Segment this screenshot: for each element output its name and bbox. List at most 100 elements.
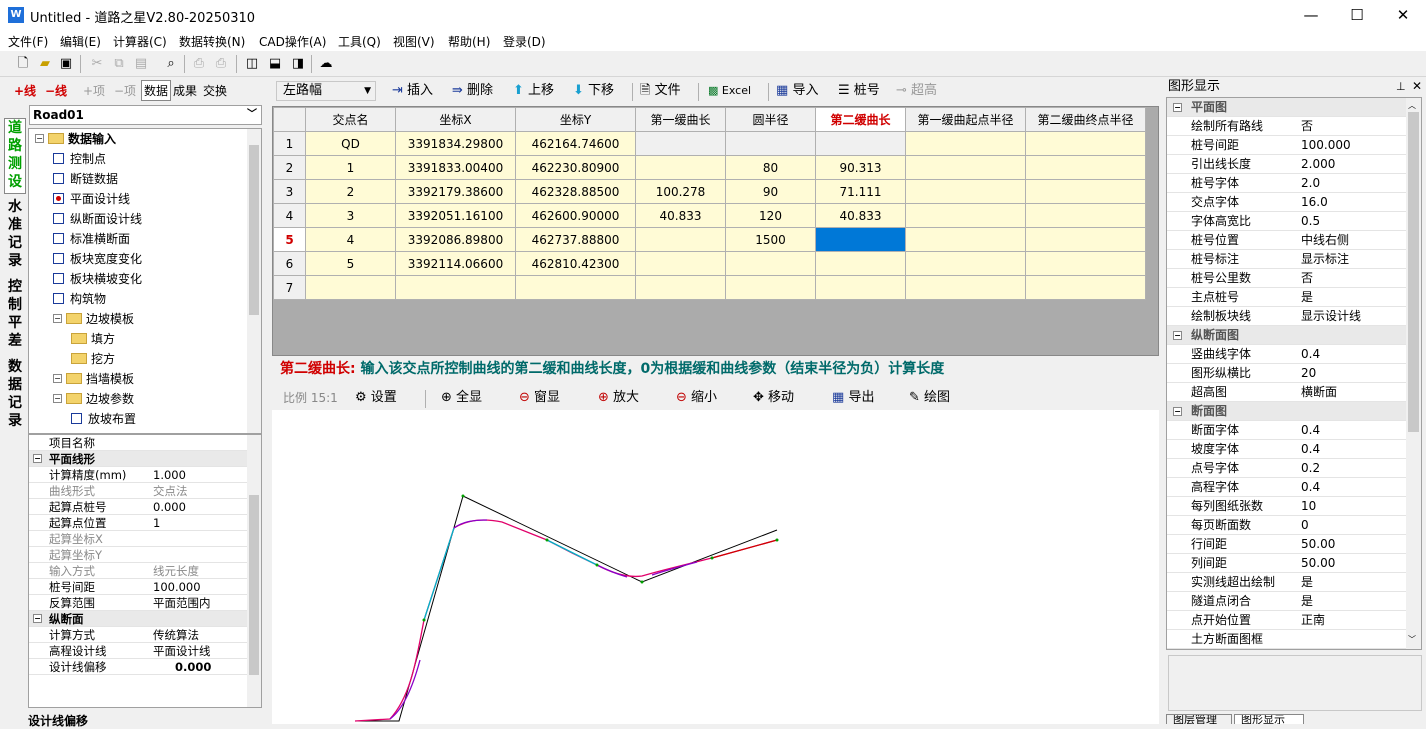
table-cell[interactable]: 2 <box>305 179 396 204</box>
property-row[interactable]: 土方断面图框 <box>1167 630 1407 649</box>
property-row[interactable]: 交点字体 16.0 <box>1167 193 1407 212</box>
table-cell[interactable]: 3391833.00400 <box>395 155 516 180</box>
table-cell[interactable] <box>635 251 726 276</box>
property-row[interactable]: 桩号公里数 否 <box>1167 269 1407 288</box>
property-row[interactable]: 项目名称 <box>29 435 247 451</box>
vtab-control-adjust[interactable]: 控制平差 <box>4 278 26 358</box>
column-header[interactable]: 坐标X <box>395 107 516 132</box>
property-row[interactable]: 曲线形式 交点法 <box>29 483 247 499</box>
table-cell[interactable] <box>1025 227 1146 252</box>
menu-view[interactable]: 视图(V) <box>393 33 435 50</box>
fit-all-button[interactable]: ⊕ 全显 <box>441 389 482 407</box>
table-cell[interactable]: 462600.90000 <box>515 203 636 228</box>
pin-icon[interactable]: ⊥ <box>1396 77 1406 96</box>
property-row[interactable]: 桩号间距 100.000 <box>1167 136 1407 155</box>
property-row[interactable]: 绘制所有路线 否 <box>1167 117 1407 136</box>
node-checkbox[interactable] <box>53 213 64 224</box>
table-cell[interactable]: 462230.80900 <box>515 155 636 180</box>
node-checkbox[interactable] <box>53 153 64 164</box>
property-row[interactable]: 点号字体 0.2 <box>1167 459 1407 478</box>
find-icon[interactable]: ⌕ <box>162 55 180 73</box>
node-checkbox[interactable] <box>53 273 64 284</box>
table-cell[interactable] <box>635 275 726 300</box>
property-row[interactable]: 起算点位置 1 <box>29 515 247 531</box>
row-header[interactable]: 7 <box>273 275 306 300</box>
table-cell[interactable] <box>905 227 1026 252</box>
table-cell[interactable]: 462737.88800 <box>515 227 636 252</box>
zoom-out-button[interactable]: ⊖ 缩小 <box>676 389 717 407</box>
column-header[interactable]: 圆半径 <box>725 107 816 132</box>
tree-node[interactable]: 放坡布置 <box>71 409 136 429</box>
property-row[interactable]: 每页断面数 0 <box>1167 516 1407 535</box>
table-cell[interactable] <box>815 251 906 276</box>
menu-tools[interactable]: 工具(Q) <box>338 33 381 50</box>
table-cell[interactable] <box>905 179 1026 204</box>
cut-icon[interactable]: ✂ <box>88 55 106 73</box>
export-button[interactable]: ▦ 导出 <box>832 389 874 407</box>
props-scroll-thumb[interactable] <box>249 495 259 675</box>
property-category[interactable]: − 纵断面图 <box>1167 326 1407 345</box>
property-row[interactable]: 桩号位置 中线右侧 <box>1167 231 1407 250</box>
paste-icon[interactable]: ▤ <box>132 55 150 73</box>
tree-node[interactable]: 构筑物 <box>53 289 106 309</box>
property-row[interactable]: 高程设计线 平面设计线 <box>29 643 247 659</box>
tree-node[interactable]: 板块宽度变化 <box>53 249 142 269</box>
table-cell[interactable]: 3392179.38600 <box>395 179 516 204</box>
print-preview-icon[interactable]: ⎙ <box>190 55 208 73</box>
tab-result[interactable]: 成果 <box>173 82 197 99</box>
table-cell[interactable] <box>1025 203 1146 228</box>
station-button[interactable]: ☰ 桩号 <box>838 82 880 100</box>
table-cell[interactable]: 3391834.29800 <box>395 131 516 156</box>
collapse-icon[interactable]: − <box>1173 331 1182 340</box>
table-cell[interactable] <box>725 275 816 300</box>
tab-exchange[interactable]: 交换 <box>203 82 227 99</box>
table-cell[interactable] <box>725 251 816 276</box>
property-row[interactable]: 桩号间距 100.000 <box>29 579 247 595</box>
road-select[interactable]: Road01 ﹀ <box>29 105 262 125</box>
tree-node[interactable]: − 边坡模板 <box>53 309 134 329</box>
table-cell[interactable] <box>905 251 1026 276</box>
row-header[interactable]: 2 <box>273 155 306 180</box>
table-cell[interactable]: 3392086.89800 <box>395 227 516 252</box>
table-cell[interactable] <box>725 131 816 156</box>
bottom-panel-icon[interactable]: ⬓ <box>266 55 284 73</box>
chevron-down-icon[interactable]: ﹀ <box>1408 634 1416 645</box>
table-cell[interactable]: 1 <box>305 155 396 180</box>
tree-node[interactable]: 板块横坡变化 <box>53 269 142 289</box>
collapse-icon[interactable]: − <box>53 314 62 323</box>
row-header[interactable]: 6 <box>273 251 306 276</box>
vtab-data-record[interactable]: 数据记录 <box>4 358 26 438</box>
chevron-up-icon[interactable]: ︿ <box>1408 100 1416 111</box>
close-button[interactable]: ✕ <box>1380 0 1426 30</box>
menu-help[interactable]: 帮助(H) <box>448 33 490 50</box>
node-checkbox[interactable] <box>53 293 64 304</box>
property-row[interactable]: 引出线长度 2.000 <box>1167 155 1407 174</box>
property-row[interactable]: 主点桩号 是 <box>1167 288 1407 307</box>
tree-scrollbar[interactable] <box>247 129 261 433</box>
node-checkbox[interactable] <box>71 413 82 424</box>
property-row[interactable]: 隧道点闭合 是 <box>1167 592 1407 611</box>
column-header[interactable]: 第二缓曲终点半径 <box>1025 107 1146 132</box>
import-button[interactable]: ▦ 导入 <box>776 82 818 100</box>
property-row[interactable]: 计算方式 传统算法 <box>29 627 247 643</box>
tree-node[interactable]: 平面设计线 <box>53 189 130 209</box>
property-row[interactable]: 实测线超出绘制 是 <box>1167 573 1407 592</box>
save-icon[interactable]: ▣ <box>57 55 75 73</box>
node-checkbox[interactable] <box>53 253 64 264</box>
add-line-button[interactable]: +线 <box>14 82 36 99</box>
tab-data[interactable]: 数据 <box>141 80 172 101</box>
copy-icon[interactable]: ⧉ <box>110 55 128 73</box>
property-row[interactable]: 输入方式 线元长度 <box>29 563 247 579</box>
right-scroll-thumb[interactable] <box>1408 112 1419 432</box>
excel-button[interactable]: ▩ Excel <box>708 82 751 100</box>
table-cell[interactable]: 4 <box>305 227 396 252</box>
pan-button[interactable]: ✥ 移动 <box>753 389 794 407</box>
property-row[interactable]: 起算坐标X <box>29 531 247 547</box>
table-cell[interactable]: 40.833 <box>635 203 726 228</box>
close-icon[interactable]: ✕ <box>1412 77 1422 96</box>
vtab-level-record[interactable]: 水准记录 <box>4 198 26 278</box>
tree-scroll-thumb[interactable] <box>249 145 259 315</box>
table-cell[interactable] <box>635 155 726 180</box>
collapse-icon[interactable]: − <box>35 134 44 143</box>
drawing-canvas[interactable] <box>272 410 1159 724</box>
